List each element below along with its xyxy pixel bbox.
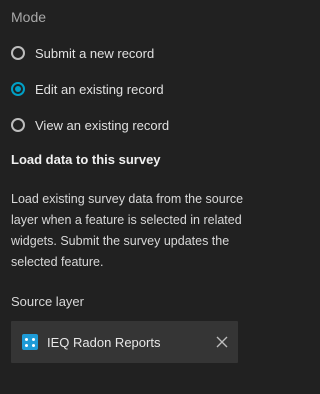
- source-layer-name: IEQ Radon Reports: [47, 334, 161, 350]
- feature-layer-icon: [22, 334, 38, 350]
- source-layer-selector[interactable]: IEQ Radon Reports: [11, 321, 238, 363]
- radio-label: Edit an existing record: [35, 81, 164, 97]
- source-layer-label: Source layer: [11, 294, 84, 309]
- load-data-title: Load data to this survey: [11, 152, 161, 167]
- radio-label: View an existing record: [35, 117, 170, 133]
- survey-settings-panel: Mode Submit a new record Edit an existin…: [0, 0, 255, 394]
- radio-edit-existing-record[interactable]: Edit an existing record: [11, 80, 164, 98]
- radio-button-checked[interactable]: [11, 82, 25, 96]
- radio-button[interactable]: [11, 118, 25, 132]
- mode-heading: Mode: [11, 9, 47, 25]
- load-data-description: Load existing survey data from the sourc…: [11, 192, 244, 269]
- radio-label: Submit a new record: [35, 45, 155, 61]
- close-icon[interactable]: [215, 335, 229, 349]
- radio-submit-new-record[interactable]: Submit a new record: [11, 44, 154, 62]
- radio-button[interactable]: [11, 46, 25, 60]
- radio-view-existing-record[interactable]: View an existing record: [11, 116, 169, 134]
